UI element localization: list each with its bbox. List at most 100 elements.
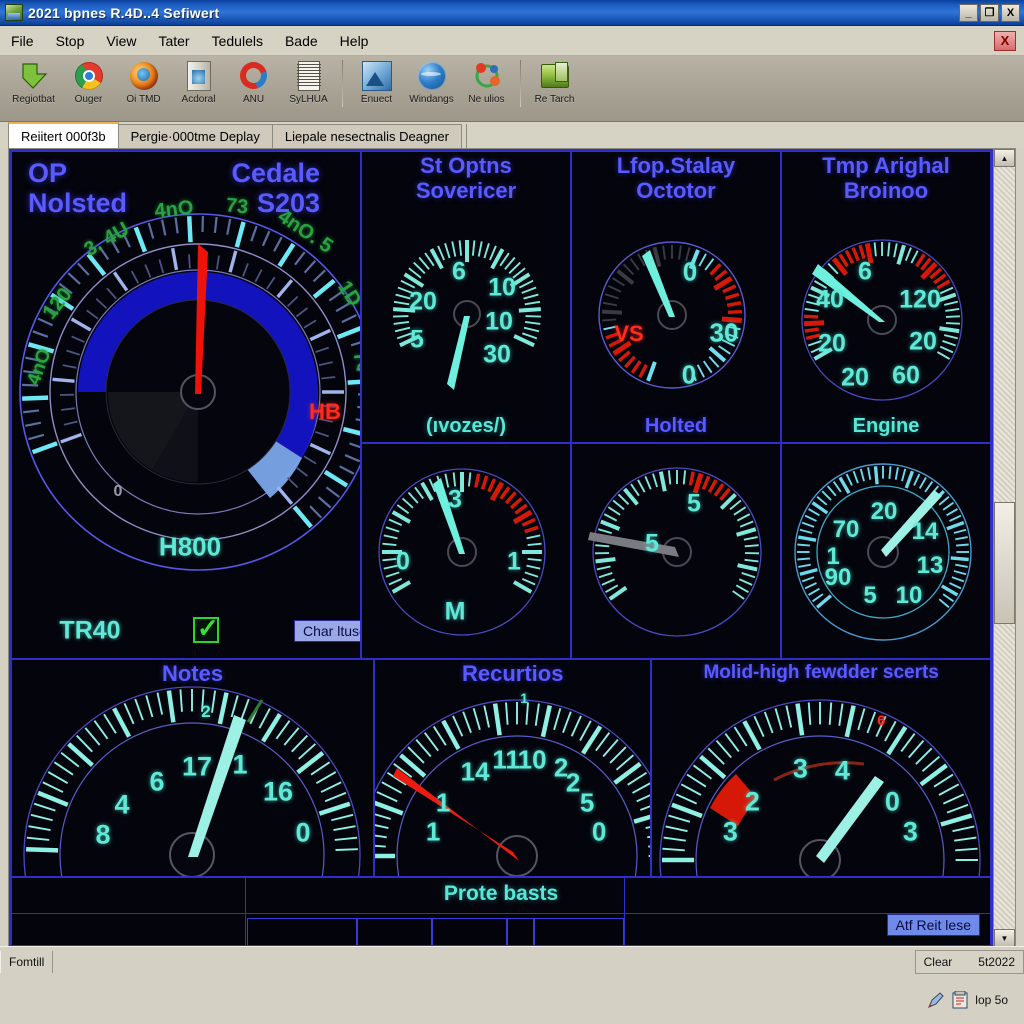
toolbar-label: Windangs (409, 94, 454, 105)
tab-pergie-deplay[interactable]: Pergie·000tme Deplay (117, 124, 273, 148)
gauge-number: 4 (114, 789, 130, 820)
panel-gauge-lfop-stalay[interactable]: Lfop.Stalay Octotor 0 30 0 VS Holted (571, 151, 781, 443)
folder-icon (540, 60, 570, 92)
minimize-button[interactable]: _ (959, 3, 978, 22)
main-gauge-warning-label: HB (309, 399, 341, 424)
scrollbar-track[interactable] (994, 167, 1015, 929)
menu-item-view[interactable]: View (95, 30, 147, 52)
gauge-number: 4 (834, 755, 850, 786)
toolbar-label: Acdoral (181, 94, 216, 105)
scrollbar-thumb[interactable] (994, 502, 1015, 625)
firefox-icon (129, 60, 159, 92)
tab-reiitert[interactable]: Reiitert 000f3b (8, 122, 119, 148)
toolbar-button-windangs[interactable]: Windangs (404, 56, 459, 105)
atf-reit-lese-button[interactable]: Atf Reit lese (886, 914, 980, 936)
gauge-number: 10 (517, 744, 547, 775)
strip-divider (12, 913, 990, 914)
gauge-number: 16 (262, 776, 294, 807)
panel-gauge-tmp-arighal[interactable]: Tmp Arighal Broinoo 6 40 120 20 20 20 60… (781, 151, 991, 443)
gauge-number: 10 (485, 307, 513, 336)
main-gauge-outer-label-3: 4nO (153, 196, 195, 223)
toolbar-button-acdoral[interactable]: Acdoral (171, 56, 226, 105)
toolbar-button-enuect[interactable]: Enuect (349, 56, 404, 105)
status-clear-label[interactable]: Clear (924, 955, 953, 969)
window-title: 2021 bpnes R.4D..4 Sefiwert (28, 4, 220, 21)
scroll-down-button[interactable]: ▼ (994, 929, 1015, 947)
toolbar-button-ne-ulios[interactable]: Ne ulios (459, 56, 514, 105)
char-ltuse-button[interactable]: Char ltuse (294, 620, 360, 642)
gauge-cluster: St Optns Sovericer 20 5 6 10 10 30 (ıvoz… (361, 151, 991, 659)
gauge-number: 3 (902, 816, 918, 847)
panel-gauge-recurtios[interactable]: Recurtios 1 14 11 10 2 2 1 5 1 0 (374, 659, 652, 877)
menu-item-file[interactable]: File (0, 30, 45, 52)
gauge-number: 11 (492, 744, 520, 775)
app-icon (5, 4, 23, 21)
toolbar-button-ouger[interactable]: Ouger (61, 56, 116, 105)
menu-item-tedulels[interactable]: Tedulels (201, 30, 274, 52)
gauge-number: 14 (460, 756, 490, 787)
gauge-cluster-row-2: 3 0 1 M 5 5 20 70 14 1 13 90 5 10 (361, 443, 991, 659)
strip-cell[interactable] (432, 918, 507, 945)
main-gauge-center-readout: H800 (158, 531, 222, 562)
strip-cell[interactable] (357, 918, 432, 945)
toolbar-button-re-tarch[interactable]: Re Tarch (527, 56, 582, 105)
main-gauge-checkbox[interactable] (193, 613, 219, 644)
panel-gauge-notes[interactable]: Notes 2 17 1 6 16 4 8 0 (11, 659, 375, 877)
gauge-dial (598, 241, 746, 389)
toolbar-button-sylhua[interactable]: SyLHUA (281, 56, 336, 105)
panel-gauge-mid-left[interactable]: 3 0 1 M (361, 443, 571, 659)
menu-item-help[interactable]: Help (329, 30, 380, 52)
status-bar: Fomtill Clear 5t2022 (0, 946, 1024, 976)
gauge-number: VS (614, 321, 644, 346)
menu-item-tater[interactable]: Tater (147, 30, 200, 52)
panel-gauge-mid-center[interactable]: 5 5 (571, 443, 781, 659)
tab-liepale-deagner[interactable]: Liepale nesectnalis Deagner (271, 124, 462, 148)
scroll-up-button[interactable]: ▲ (994, 149, 1015, 167)
panel-prote-basts[interactable]: Prote basts Atf Reit lese (11, 877, 991, 945)
panel-gauge-mid-right[interactable]: 20 70 14 1 13 90 5 10 (781, 443, 991, 659)
toolbar-label: Oi TMD (126, 94, 161, 105)
gauge-number: 0 (682, 256, 698, 287)
gauge-number: 6 (149, 766, 165, 797)
maximize-button[interactable]: ❐ (980, 3, 999, 22)
menu-item-stop[interactable]: Stop (45, 30, 96, 52)
close-button[interactable]: X (1001, 3, 1020, 22)
toolbar-label: SyLHUA (289, 94, 328, 105)
main-gauge-outer-label-4: 73 (224, 194, 250, 219)
clipboard-icon[interactable] (951, 990, 969, 1009)
gauge-number: 2 (201, 702, 211, 721)
toolbar-button-anu[interactable]: ANU (226, 56, 281, 105)
gauge-number: 3 (722, 816, 738, 847)
toolbar-button-regiotbat[interactable]: Regiotbat (6, 56, 61, 105)
gauge-number: 3 (448, 485, 462, 514)
main-gauge-value-label: TR40 (59, 616, 121, 645)
gauge-number: 1 (232, 749, 248, 780)
gauge-number: 30 (483, 340, 511, 369)
dashboard-container: OP Nolsted Cedale S203 4nO 120 3. 4U 4nO… (8, 148, 1016, 948)
toolbar-button-oi-tmd[interactable]: Oi TMD (116, 56, 171, 105)
toolbar-label: ANU (242, 94, 265, 105)
gauge-number: M (444, 597, 466, 626)
taskbar-label: lop 5o (975, 993, 1008, 1007)
chrome-icon (74, 60, 104, 92)
gauge-number: 5 (645, 529, 659, 558)
vertical-scrollbar[interactable]: ▲ ▼ (993, 149, 1015, 947)
toolbar-separator (342, 60, 343, 107)
title-bar: 2021 bpnes R.4D..4 Sefiwert _ ❐ X (0, 0, 1024, 26)
pen-tool-icon[interactable] (927, 991, 945, 1009)
gauge-number: 30 (709, 317, 739, 348)
gauge-number: 10 (895, 582, 923, 609)
panel-gauge-molid-high[interactable]: Molid-high fewdder scerts 3 4 2 0 3 3 6 (651, 659, 991, 877)
panel-gauge-st-optns[interactable]: St Optns Sovericer 20 5 6 10 10 30 (ıvoz… (361, 151, 571, 443)
gauge-number: 13 (916, 552, 944, 579)
taskbar: lop 5o (0, 976, 1024, 1024)
gauge-footer: Engine (852, 415, 920, 437)
strip-cell[interactable] (534, 918, 624, 945)
menu-item-bade[interactable]: Bade (274, 30, 329, 52)
toolbar-separator (520, 60, 521, 107)
document-close-button[interactable]: X (994, 30, 1016, 51)
gauge-footer: Holted (644, 415, 708, 437)
panel-main-gauge[interactable]: OP Nolsted Cedale S203 4nO 120 3. 4U 4nO… (11, 151, 361, 659)
strip-cell[interactable] (247, 918, 357, 945)
strip-cell[interactable] (507, 918, 534, 945)
